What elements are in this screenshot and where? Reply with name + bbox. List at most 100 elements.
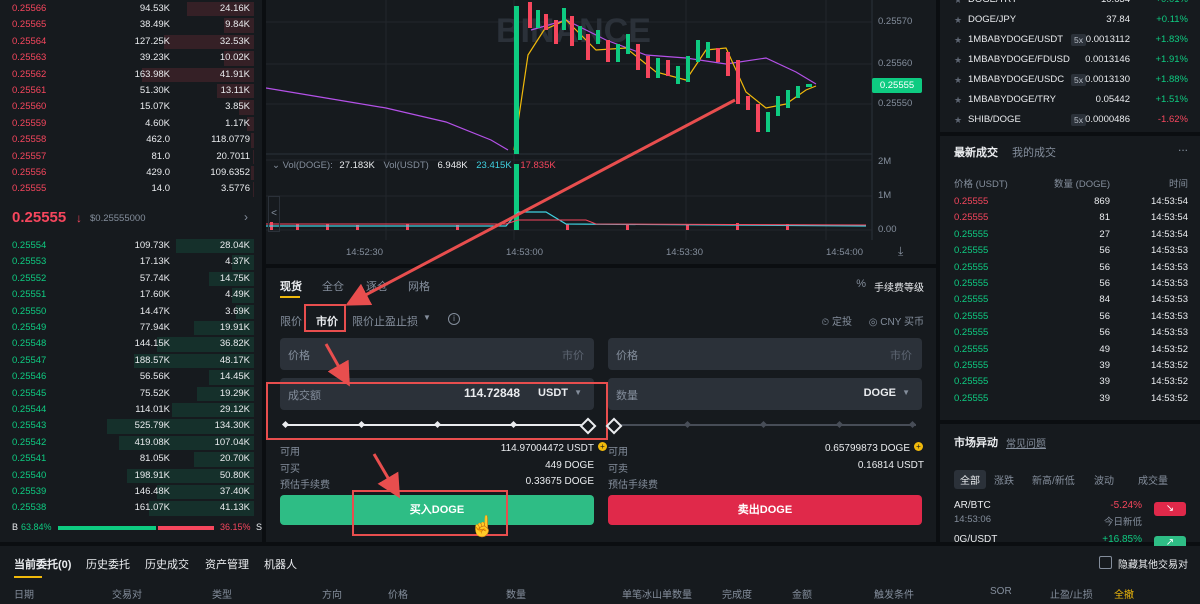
sell-slider-tick-75[interactable] bbox=[835, 420, 844, 429]
sell-qty-input[interactable]: 数量 DOGE ▼ bbox=[608, 378, 922, 410]
bid-row[interactable]: 0.25543 525.79K 134.30K bbox=[0, 418, 262, 434]
orders-tab[interactable]: 当前委托(0) bbox=[14, 556, 71, 572]
ask-total: 10.02K bbox=[219, 52, 250, 64]
ask-row[interactable]: 0.25566 94.53K 24.16K bbox=[0, 1, 262, 17]
ask-row[interactable]: 0.25563 39.23K 10.02K bbox=[0, 50, 262, 66]
star-icon[interactable]: ★ bbox=[954, 0, 962, 10]
bid-row[interactable]: 0.25544 114.01K 29.12K bbox=[0, 402, 262, 418]
tab-isolated-margin[interactable]: 逐仓 bbox=[366, 278, 388, 294]
sell-unit-dropdown-icon[interactable]: ▼ bbox=[902, 388, 910, 397]
fee-level-link[interactable]: 手续费等级 bbox=[874, 279, 924, 294]
bid-row[interactable]: 0.25542 419.08K 107.04K bbox=[0, 435, 262, 451]
star-icon[interactable]: ★ bbox=[954, 110, 962, 130]
bid-row[interactable]: 0.25541 81.05K 20.70K bbox=[0, 451, 262, 467]
pair-row[interactable]: ★ DOGE/TRY 10.634 +0.01% bbox=[940, 0, 1200, 10]
bid-row[interactable]: 0.25545 75.52K 19.29K bbox=[0, 386, 262, 402]
sell-slider-tick-100[interactable] bbox=[908, 420, 917, 429]
legend-chevron-icon[interactable]: ⌄ bbox=[272, 160, 283, 171]
star-icon[interactable]: ★ bbox=[954, 90, 962, 110]
movers-tab[interactable]: 成交量 bbox=[1138, 472, 1168, 487]
movers-faq-link[interactable]: 常见问题 bbox=[1006, 435, 1046, 450]
scale-toggle-icon[interactable]: ⤓ bbox=[898, 244, 903, 259]
bid-row[interactable]: 0.25539 146.48K 37.40K bbox=[0, 484, 262, 500]
sell-doge-button[interactable]: 卖出DOGE bbox=[608, 495, 922, 525]
bid-row[interactable]: 0.25552 57.74K 14.75K bbox=[0, 271, 262, 287]
pair-row[interactable]: ★ 1MBABYDOGE/FDUSD 0.0013146 +1.91% bbox=[940, 50, 1200, 70]
pair-row[interactable]: ★ DOGE/JPY 37.84 +0.11% bbox=[940, 10, 1200, 30]
ask-row[interactable]: 0.25559 4.60K 1.17K bbox=[0, 116, 262, 132]
ask-row[interactable]: 0.25565 38.49K 9.84K bbox=[0, 17, 262, 33]
buy-price-label: 价格 bbox=[288, 350, 310, 362]
hide-pairs-checkbox[interactable] bbox=[1099, 556, 1112, 569]
ask-row[interactable]: 0.25557 81.0 20.7011 bbox=[0, 149, 262, 165]
bid-row[interactable]: 0.25548 144.15K 36.82K bbox=[0, 336, 262, 352]
info-icon[interactable]: i bbox=[448, 313, 460, 325]
sell-qty-slider[interactable] bbox=[605, 417, 917, 435]
ask-row[interactable]: 0.25561 51.30K 13.11K bbox=[0, 83, 262, 99]
orders-tab[interactable]: 资产管理 bbox=[205, 556, 249, 572]
bid-row[interactable]: 0.25554 109.73K 28.04K bbox=[0, 238, 262, 254]
bid-price: 0.25544 bbox=[12, 404, 47, 415]
movers-tab[interactable]: 涨跌 bbox=[994, 472, 1014, 487]
cny-buy-link[interactable]: ◎ CNY 买币 bbox=[869, 313, 924, 328]
orders-column-header[interactable]: 止盈/止损 bbox=[1050, 586, 1093, 601]
orders-tab[interactable]: 历史成交 bbox=[145, 556, 189, 572]
bid-row[interactable]: 0.25553 17.13K 4.37K bbox=[0, 254, 262, 270]
pair-row[interactable]: ★ SHIB/DOGE 5x 0.0000486 -1.62% bbox=[940, 110, 1200, 130]
chart-canvas[interactable]: BINANCE bbox=[266, 0, 936, 264]
ask-row[interactable]: 0.25560 15.07K 3.85K bbox=[0, 99, 262, 115]
orders-tab[interactable]: 机器人 bbox=[264, 556, 297, 572]
star-icon[interactable]: ★ bbox=[954, 10, 962, 30]
tab-latest-trades[interactable]: 最新成交 bbox=[954, 144, 998, 160]
movers-tab[interactable]: 新高/新低 bbox=[1032, 472, 1075, 487]
ask-row[interactable]: 0.25562 163.98K 41.91K bbox=[0, 67, 262, 83]
ask-qty: 94.53K bbox=[139, 3, 170, 14]
ask-row[interactable]: 0.25555 14.0 3.5776 bbox=[0, 181, 262, 197]
bid-row[interactable]: 0.25538 161.07K 41.13K bbox=[0, 500, 262, 516]
leverage-badge: 5x bbox=[1071, 34, 1086, 46]
mover-pair[interactable]: AR/BTC bbox=[954, 500, 991, 511]
pair-row[interactable]: ★ 1MBABYDOGE/USDT 5x 0.0013112 +1.83% bbox=[940, 30, 1200, 50]
order-type-stop-limit[interactable]: 限价止盈止损 bbox=[352, 313, 418, 329]
hide-pairs-label: 隐藏其他交易对 bbox=[1118, 560, 1188, 571]
orders-column-header[interactable]: 全撤 bbox=[1114, 586, 1134, 601]
sell-deposit-icon[interactable]: + bbox=[914, 442, 923, 451]
collapse-panel-button[interactable]: < bbox=[268, 196, 280, 232]
mover-pair[interactable]: 0G/USDT bbox=[954, 534, 997, 545]
movers-tab[interactable]: 全部 bbox=[954, 470, 986, 489]
price-chart[interactable]: BINANCE bbox=[266, 0, 936, 264]
tab-grid[interactable]: 网格 bbox=[408, 278, 430, 294]
chevron-right-icon[interactable]: › bbox=[244, 210, 248, 224]
dropdown-arrow-icon[interactable]: ▼ bbox=[423, 313, 431, 322]
pair-row[interactable]: ★ 1MBABYDOGE/TRY 0.05442 +1.51% bbox=[940, 90, 1200, 110]
sell-slider-tick-25[interactable] bbox=[683, 420, 692, 429]
ask-row[interactable]: 0.25558 462.0 118.0779 bbox=[0, 132, 262, 148]
order-type-limit[interactable]: 限价 bbox=[280, 313, 302, 329]
more-icon[interactable]: ... bbox=[1178, 140, 1188, 154]
tab-my-trades[interactable]: 我的成交 bbox=[1012, 144, 1056, 160]
bid-row[interactable]: 0.25551 17.60K 4.49K bbox=[0, 287, 262, 303]
bid-row[interactable]: 0.25549 77.94K 19.91K bbox=[0, 320, 262, 336]
ask-qty: 429.0 bbox=[146, 167, 170, 178]
bid-row[interactable]: 0.25540 198.91K 50.80K bbox=[0, 468, 262, 484]
ask-row[interactable]: 0.25556 429.0 109.6352 bbox=[0, 165, 262, 181]
star-icon[interactable]: ★ bbox=[954, 50, 962, 70]
ask-row[interactable]: 0.25564 127.25K 32.53K bbox=[0, 34, 262, 50]
vol-usdt-value: 6.948K bbox=[437, 160, 468, 171]
sell-slider-tick-50[interactable] bbox=[759, 420, 768, 429]
tab-spot[interactable]: 现货 bbox=[280, 278, 302, 294]
star-icon[interactable]: ★ bbox=[954, 30, 962, 50]
deposit-icon[interactable]: + bbox=[598, 442, 607, 451]
star-icon[interactable]: ★ bbox=[954, 70, 962, 90]
sell-slider-handle[interactable] bbox=[605, 417, 623, 435]
tab-cross-margin[interactable]: 全仓 bbox=[322, 278, 344, 294]
bid-row[interactable]: 0.25550 14.47K 3.69K bbox=[0, 304, 262, 320]
sell-qty-unit[interactable]: DOGE bbox=[864, 387, 896, 399]
bid-row[interactable]: 0.25547 188.57K 48.17K bbox=[0, 353, 262, 369]
bid-row[interactable]: 0.25546 56.56K 14.45K bbox=[0, 369, 262, 385]
orders-tab[interactable]: 历史委托 bbox=[86, 556, 130, 572]
movers-tab[interactable]: 波动 bbox=[1094, 472, 1114, 487]
recurring-buy-link[interactable]: ⏲ 定投 bbox=[821, 313, 852, 328]
pair-row[interactable]: ★ 1MBABYDOGE/USDC 5x 0.0013130 +1.88% bbox=[940, 70, 1200, 90]
last-price-row[interactable]: 0.25555 ↓ $0.25555000 › bbox=[0, 206, 262, 232]
